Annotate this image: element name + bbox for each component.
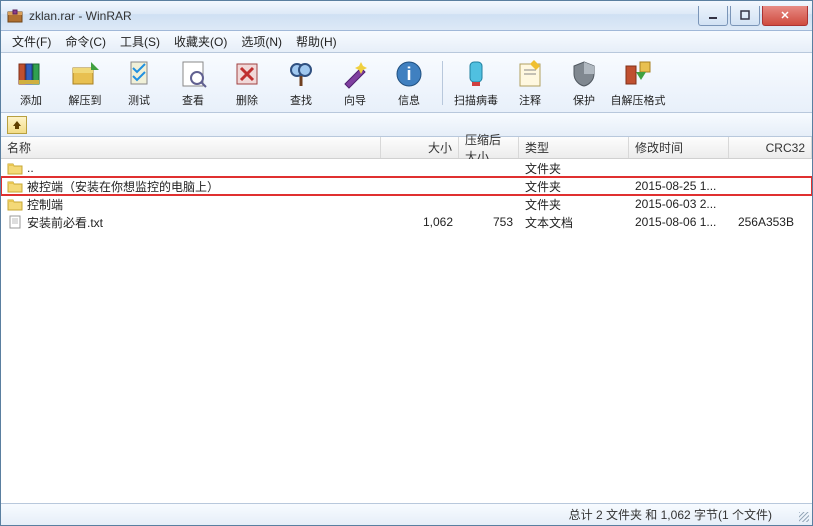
statusbar: 总计 2 文件夹 和 1,062 字节(1 个文件) [1,503,812,525]
virus-button[interactable]: 扫描病毒 [452,56,500,110]
delete-button[interactable]: 删除 [223,56,271,110]
header-date[interactable]: 修改时间 [629,137,729,158]
info-icon: i [393,58,425,90]
header-packed[interactable]: 压缩后大小 [459,137,519,158]
minimize-button[interactable] [698,6,728,26]
file-type: 文本文档 [519,214,629,231]
menu-help[interactable]: 帮助(H) [289,31,344,52]
find-button[interactable]: 查找 [277,56,325,110]
file-packed: 753 [459,215,519,229]
menu-favorites[interactable]: 收藏夹(O) [167,31,234,52]
column-headers: 名称 大小 压缩后大小 类型 修改时间 CRC32 [1,137,812,159]
info-button[interactable]: i 信息 [385,56,433,110]
svg-text:i: i [406,64,411,84]
toolbar: 添加 解压到 测试 查看 删除 查找 向导 i 信息 [1,53,812,113]
sfx-button[interactable]: 自解压格式 [614,56,662,110]
header-type[interactable]: 类型 [519,137,629,158]
view-icon [177,58,209,90]
file-date: 2015-08-25 1... [629,179,729,193]
file-name: .. [27,161,34,175]
winrar-icon [7,8,23,24]
menu-options[interactable]: 选项(N) [234,31,289,52]
winrar-window: zklan.rar - WinRAR 文件(F) 命令(C) 工具(S) 收藏夹… [0,0,813,526]
file-date: 2015-08-06 1... [629,215,729,229]
file-row[interactable]: 被控端（安装在你想监控的电脑上） 文件夹2015-08-25 1... [1,177,812,195]
test-icon [123,58,155,90]
extract-button[interactable]: 解压到 [61,56,109,110]
shield-icon [568,58,600,90]
file-size: 1,062 [381,215,459,229]
window-title: zklan.rar - WinRAR [29,9,698,23]
test-button[interactable]: 测试 [115,56,163,110]
header-name[interactable]: 名称 [1,137,381,158]
comment-button[interactable]: 注释 [506,56,554,110]
virus-icon [460,58,492,90]
find-icon [285,58,317,90]
window-buttons [698,6,808,26]
text-file-icon [7,215,23,229]
file-name: 控制端 [27,196,63,213]
books-icon [15,58,47,90]
file-row[interactable]: .. 文件夹 [1,159,812,177]
file-type: 文件夹 [519,178,629,195]
folder-icon [7,161,23,175]
file-row[interactable]: 安装前必看.txt 1,062753文本文档2015-08-06 1...256A… [1,213,812,231]
address-bar [1,113,812,137]
folder-icon [7,197,23,211]
wizard-button[interactable]: 向导 [331,56,379,110]
menu-commands[interactable]: 命令(C) [58,31,113,52]
file-type: 文件夹 [519,196,629,213]
file-date: 2015-06-03 2... [629,197,729,211]
header-crc[interactable]: CRC32 [729,137,812,158]
maximize-button[interactable] [730,6,760,26]
file-crc: 256A353B [729,215,812,229]
titlebar: zklan.rar - WinRAR [1,1,812,31]
wizard-icon [339,58,371,90]
protect-button[interactable]: 保护 [560,56,608,110]
delete-icon [231,58,263,90]
view-button[interactable]: 查看 [169,56,217,110]
file-type: 文件夹 [519,160,629,177]
toolbar-separator [442,61,443,105]
extract-icon [69,58,101,90]
header-size[interactable]: 大小 [381,137,459,158]
menu-file[interactable]: 文件(F) [5,31,58,52]
file-list[interactable]: ..文件夹被控端（安装在你想监控的电脑上）文件夹2015-08-25 1...控… [1,159,812,503]
up-button[interactable] [7,116,27,134]
status-text: 总计 2 文件夹 和 1,062 字节(1 个文件) [569,506,772,523]
file-name: 被控端（安装在你想监控的电脑上） [27,178,219,195]
sfx-icon [622,58,654,90]
file-name: 安装前必看.txt [27,214,103,231]
menu-tools[interactable]: 工具(S) [113,31,167,52]
close-button[interactable] [762,6,808,26]
add-button[interactable]: 添加 [7,56,55,110]
menubar: 文件(F) 命令(C) 工具(S) 收藏夹(O) 选项(N) 帮助(H) [1,31,812,53]
comment-icon [514,58,546,90]
file-row[interactable]: 控制端 文件夹2015-06-03 2... [1,195,812,213]
folder-icon [7,179,23,193]
